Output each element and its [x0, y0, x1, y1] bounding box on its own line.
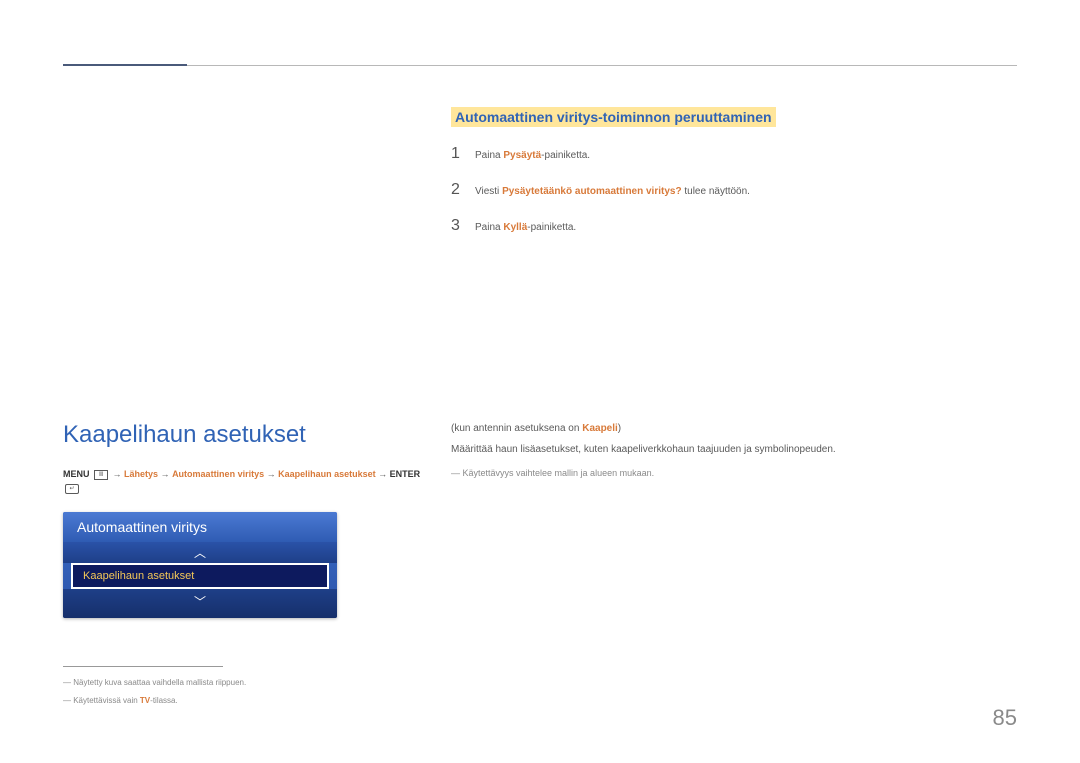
- orange-term: Kaapeli: [582, 423, 618, 434]
- menu-label: MENU: [63, 469, 90, 479]
- step-1: 1 Paina Pysäytä-painiketta.: [451, 145, 1017, 163]
- tv-menu-arrow-down[interactable]: ﹀: [63, 589, 337, 618]
- text-post: -painiketta.: [541, 150, 590, 161]
- left-section: Kaapelihaun asetukset MENU Ⅲ → Lähetys →…: [63, 421, 423, 618]
- text-post: tulee näyttöön.: [682, 186, 750, 197]
- cancel-auto-tuning-section: Automaattinen viritys-toiminnon peruutta…: [451, 107, 1017, 235]
- paren-post: ): [618, 423, 621, 434]
- orange-term: Kyllä: [503, 222, 527, 233]
- page-number: 85: [993, 705, 1017, 731]
- path-kaapeli: Kaapelihaun asetukset: [278, 469, 376, 479]
- orange-term: Pysäytä: [503, 150, 541, 161]
- page-title: Kaapelihaun asetukset: [63, 421, 423, 449]
- enter-icon: ↵: [65, 484, 79, 494]
- tv-menu-header: Automaattinen viritys: [63, 512, 337, 542]
- text-pre: Paina: [475, 222, 503, 233]
- header-rule: [187, 65, 1017, 66]
- footnotes: ― Näytetty kuva saattaa vaihdella mallis…: [63, 666, 363, 713]
- orange-term: Pysäytetäänkö automaattinen viritys?: [502, 186, 682, 197]
- footnote-1: ― Näytetty kuva saattaa vaihdella mallis…: [63, 677, 363, 689]
- step-number: 2: [451, 181, 461, 199]
- text-pre: Paina: [475, 150, 503, 161]
- footnote-2: ― Käytettävissä vain TV-tilassa.: [63, 695, 363, 707]
- path-auto: Automaattinen viritys: [172, 469, 264, 479]
- arrow: →: [158, 469, 172, 479]
- header-accent-bar: [63, 64, 187, 66]
- step-number: 3: [451, 217, 461, 235]
- footnote-pre: ― Käytettävissä vain: [63, 696, 140, 705]
- path-lahetys: Lähetys: [124, 469, 158, 479]
- paren-pre: (kun antennin asetuksena on: [451, 423, 582, 434]
- arrow: →: [264, 469, 278, 479]
- tv-menu-arrow-up[interactable]: ︿: [63, 542, 337, 563]
- numbered-steps: 1 Paina Pysäytä-painiketta. 2 Viesti Pys…: [451, 145, 1017, 235]
- footnote-post: -tilassa.: [150, 696, 178, 705]
- step-text: Viesti Pysäytetäänkö automaattinen virit…: [475, 184, 750, 199]
- tv-menu-selected-item[interactable]: Kaapelihaun asetukset: [71, 563, 329, 589]
- footnote-rule: [63, 666, 223, 667]
- step-text: Paina Pysäytä-painiketta.: [475, 148, 590, 163]
- tv-menu-widget: Automaattinen viritys ︿ Kaapelihaun aset…: [63, 512, 337, 618]
- menu-icon: Ⅲ: [94, 470, 108, 480]
- description-section: (kun antennin asetuksena on Kaapeli) Mää…: [451, 423, 1017, 480]
- description-body: Määrittää haun lisäasetukset, kuten kaap…: [451, 442, 1017, 458]
- text-pre: Viesti: [475, 186, 502, 197]
- step-number: 1: [451, 145, 461, 163]
- text-post: -painiketta.: [527, 222, 576, 233]
- enter-label: ENTER: [390, 469, 421, 479]
- arrow: →: [376, 469, 390, 479]
- menu-path: MENU Ⅲ → Lähetys → Automaattinen viritys…: [63, 467, 423, 496]
- antenna-condition: (kun antennin asetuksena on Kaapeli): [451, 423, 1017, 434]
- step-text: Paina Kyllä-painiketta.: [475, 220, 576, 235]
- step-2: 2 Viesti Pysäytetäänkö automaattinen vir…: [451, 181, 1017, 199]
- section-heading: Automaattinen viritys-toiminnon peruutta…: [451, 107, 776, 127]
- step-3: 3 Paina Kyllä-painiketta.: [451, 217, 1017, 235]
- availability-note: ― Käytettävyys vaihtelee mallin ja aluee…: [451, 466, 1017, 480]
- orange-term: TV: [140, 696, 150, 705]
- arrow: →: [110, 469, 124, 479]
